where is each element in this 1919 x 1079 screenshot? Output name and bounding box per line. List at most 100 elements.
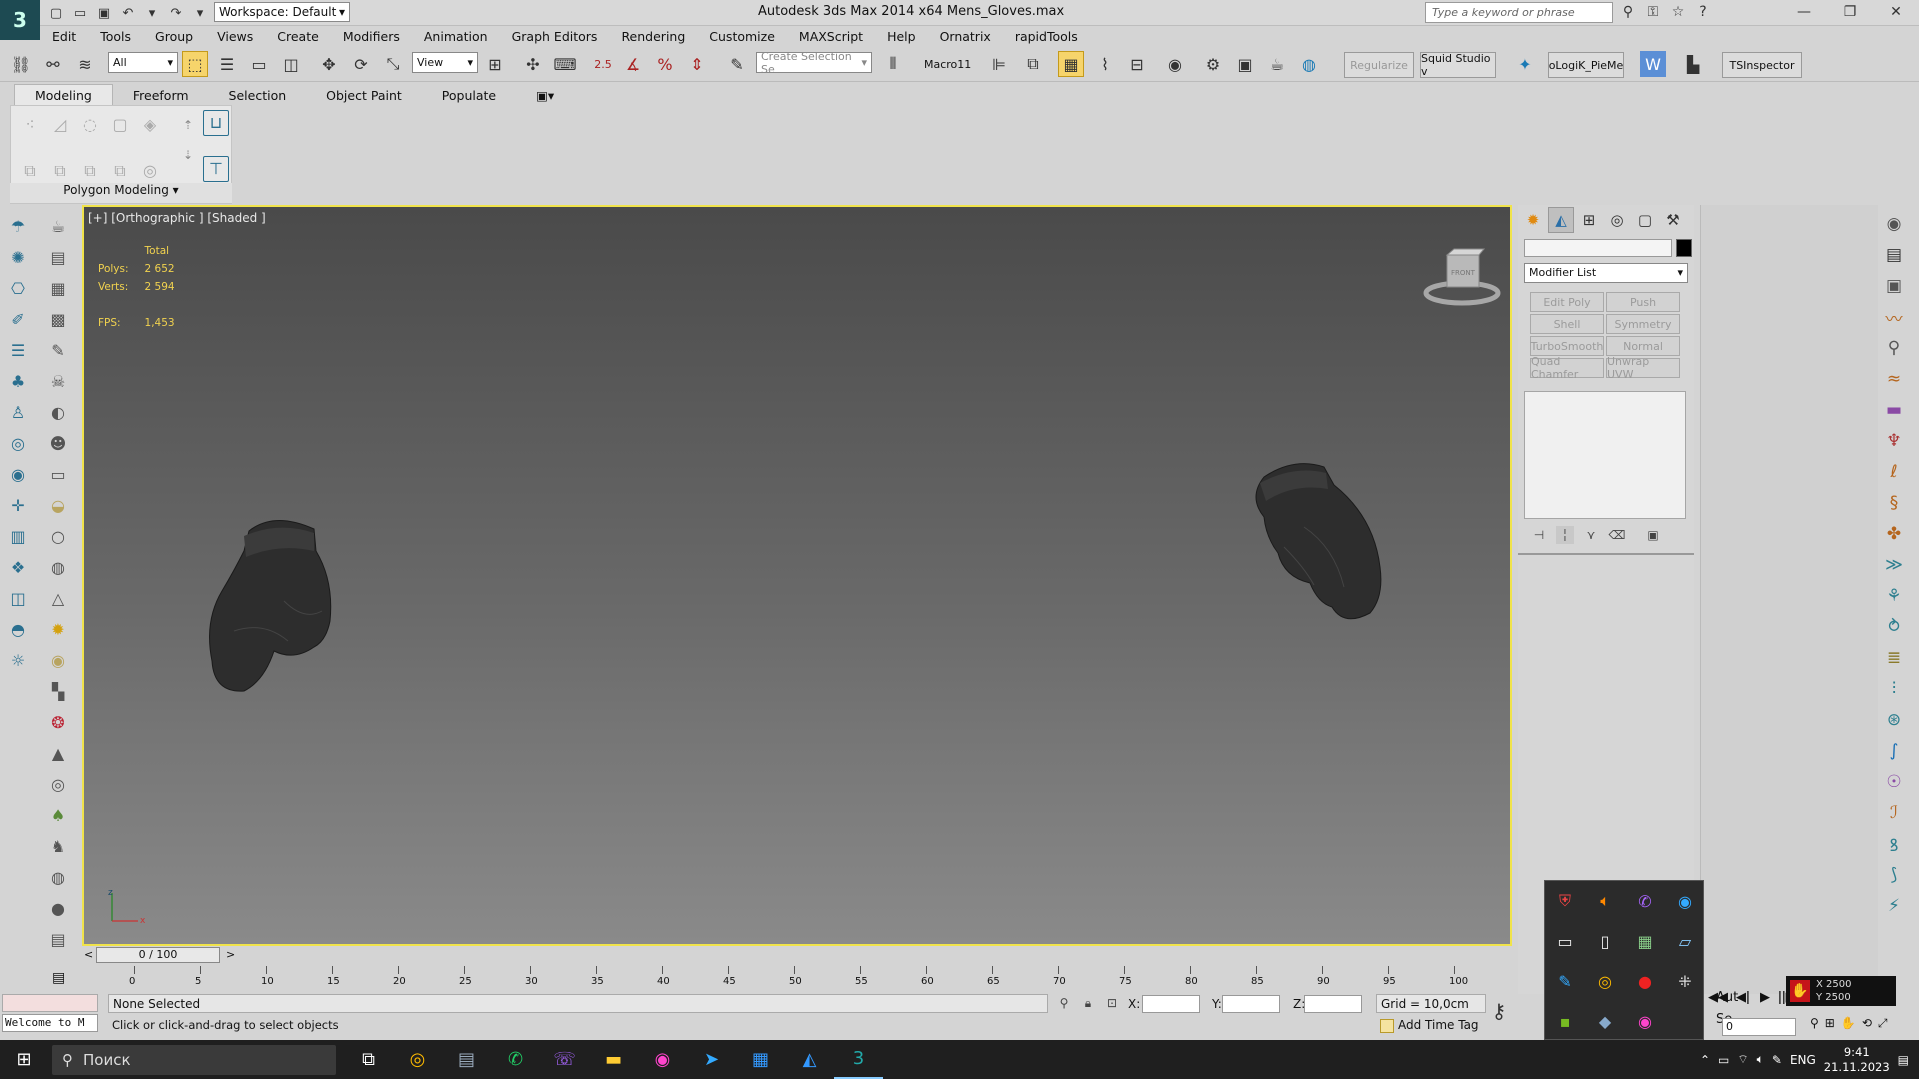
camel-icon[interactable]: ♞ bbox=[44, 832, 72, 860]
undo-dropdown-icon[interactable]: ▾ bbox=[142, 3, 162, 23]
unwrap-uvw-button[interactable]: Unwrap UVW bbox=[1606, 355, 1680, 381]
curl-icon[interactable]: ℓ bbox=[1879, 458, 1909, 486]
tray-overflow-chevron-icon[interactable]: ⌃ bbox=[1700, 1053, 1710, 1067]
maximize-viewport-icon[interactable]: ⤢ bbox=[1878, 1016, 1888, 1031]
stairs-icon[interactable]: ▚ bbox=[44, 677, 72, 705]
menu-animation[interactable]: Animation bbox=[412, 29, 500, 44]
glove-right-model[interactable] bbox=[1244, 457, 1394, 647]
angle-snap-icon[interactable]: ∡ bbox=[620, 51, 646, 77]
plane-icon[interactable]: ▭ bbox=[44, 460, 72, 488]
shell-icon[interactable]: ◍ bbox=[44, 553, 72, 581]
paint-icon[interactable]: ◭ bbox=[785, 1040, 834, 1079]
modifier-stack[interactable] bbox=[1524, 391, 1686, 519]
vertex-icon[interactable]: ⁖ bbox=[17, 112, 43, 138]
tray-monitor-icon[interactable]: ▭ bbox=[1545, 921, 1585, 961]
time-next-icon[interactable]: > bbox=[226, 948, 235, 961]
panel-icon[interactable]: ▤ bbox=[1879, 241, 1909, 269]
tree-icon[interactable]: ♣ bbox=[4, 367, 32, 395]
armillary-icon[interactable]: ◍ bbox=[44, 863, 72, 891]
add-time-tag[interactable]: Add Time Tag bbox=[1376, 1015, 1483, 1036]
tab-populate[interactable]: Populate bbox=[422, 85, 516, 106]
app-icon[interactable]: ▤ bbox=[442, 1040, 491, 1079]
brush-icon[interactable]: ✐ bbox=[4, 305, 32, 333]
close-icon[interactable]: ✕ bbox=[1873, 0, 1919, 24]
redo-dropdown-icon[interactable]: ▾ bbox=[190, 3, 210, 23]
plugin-icon[interactable]: ✦ bbox=[1512, 51, 1538, 77]
tsinspector-button[interactable]: TSInspector bbox=[1722, 52, 1802, 78]
clock[interactable]: 9:41 21.11.2023 bbox=[1824, 1045, 1890, 1075]
tray-browser-icon[interactable]: ◉ bbox=[1665, 881, 1705, 921]
stack-up-icon[interactable]: ⇡ bbox=[175, 112, 201, 138]
speech-icon[interactable]: ✎ bbox=[44, 336, 72, 364]
ring-icon[interactable]: ◉ bbox=[44, 646, 72, 674]
percent-snap-icon[interactable]: % bbox=[652, 51, 678, 77]
remove-modifier-icon[interactable]: ⌫ bbox=[1608, 526, 1626, 544]
render-icon[interactable]: ◉ bbox=[4, 460, 32, 488]
editor-icon[interactable]: ▤ bbox=[44, 243, 72, 271]
app-logo[interactable]: 3 bbox=[0, 0, 40, 40]
speaker-icon[interactable]: ◐ bbox=[44, 398, 72, 426]
squid-studio-button[interactable]: Squid Studio v bbox=[1420, 52, 1496, 78]
ribbon-tool-4-icon[interactable]: ⧉ bbox=[107, 158, 133, 184]
object-color-swatch[interactable] bbox=[1676, 239, 1692, 257]
ball-icon[interactable]: ● bbox=[44, 894, 72, 922]
unlink-icon[interactable]: ⚯ bbox=[40, 51, 66, 77]
table-icon[interactable]: ▦ bbox=[44, 274, 72, 302]
reference-coord-dropdown[interactable]: View ▾ bbox=[412, 52, 478, 73]
sun-icon[interactable]: ✺ bbox=[4, 243, 32, 271]
tab-object-paint[interactable]: Object Paint bbox=[306, 85, 422, 106]
undo-icon[interactable]: ↶ bbox=[118, 3, 138, 23]
menu-rapidtools[interactable]: rapidTools bbox=[1003, 29, 1090, 44]
zoom-all-icon[interactable]: ⊞ bbox=[1825, 1016, 1835, 1031]
time-slider[interactable]: 0 / 100 bbox=[96, 947, 220, 963]
viber-icon[interactable]: ☏ bbox=[540, 1040, 589, 1079]
frame-icon[interactable]: ◫ bbox=[4, 584, 32, 612]
scale-icon[interactable]: ⤡ bbox=[380, 51, 406, 77]
mesh-icon[interactable]: ☉ bbox=[1879, 768, 1909, 796]
map-icon[interactable]: ▥ bbox=[4, 522, 32, 550]
ribbon-tool-2-icon[interactable]: ⧉ bbox=[47, 158, 73, 184]
strands-icon[interactable]: ≈ bbox=[1879, 365, 1909, 393]
make-unique-icon[interactable]: ⋎ bbox=[1582, 526, 1600, 544]
save-icon[interactable]: ▣ bbox=[94, 3, 114, 23]
menu-rendering[interactable]: Rendering bbox=[609, 29, 697, 44]
menu-views[interactable]: Views bbox=[205, 29, 265, 44]
show-end-result-icon[interactable]: ⊔ bbox=[203, 110, 229, 136]
figure-icon[interactable]: ♙ bbox=[4, 398, 32, 426]
menu-edit[interactable]: Edit bbox=[40, 29, 88, 44]
dynamics-icon[interactable]: ⟆ bbox=[1879, 861, 1909, 889]
skull-icon[interactable]: ☠ bbox=[44, 367, 72, 395]
previous-key-icon[interactable]: ◀◀ bbox=[1708, 990, 1728, 1005]
network-icon[interactable]: ▭ bbox=[1718, 1053, 1729, 1067]
tab-freeform[interactable]: Freeform bbox=[113, 85, 209, 106]
wifi-icon[interactable]: ⌔ bbox=[1737, 1052, 1748, 1067]
select-object-icon[interactable]: ⬚ bbox=[182, 51, 208, 77]
bulb-icon[interactable]: ☼ bbox=[4, 646, 32, 674]
utilities-tab-icon[interactable]: ⚒ bbox=[1660, 207, 1686, 233]
ribbon-icon[interactable]: ▬ bbox=[1879, 396, 1909, 424]
eye-icon[interactable]: ◓ bbox=[4, 615, 32, 643]
collision-icon[interactable]: ⚡ bbox=[1879, 892, 1909, 920]
time-slider-track[interactable]: < 0 / 100 > bbox=[82, 946, 1512, 964]
motion-tab-icon[interactable]: ◎ bbox=[1604, 207, 1630, 233]
sphere-icon[interactable]: ○ bbox=[44, 522, 72, 550]
time-prev-icon[interactable]: < bbox=[84, 948, 93, 961]
isolate-icon[interactable]: ⚲ bbox=[1055, 994, 1073, 1012]
pen-icon[interactable]: ✎ bbox=[1772, 1053, 1782, 1067]
box-icon[interactable]: ▣ bbox=[1879, 272, 1909, 300]
timeline[interactable]: ▤ 0 5 10 15 20 25 30 35 40 45 50 55 60 65 70 75 80 85 90 95… bbox=[52, 966, 1552, 992]
absolute-mode-icon[interactable]: ⊡ bbox=[1103, 994, 1121, 1012]
previous-frame-icon[interactable]: ◀ǀ bbox=[1736, 990, 1750, 1005]
snaps-toggle-icon[interactable]: 2.5 bbox=[590, 51, 616, 77]
teapot-icon[interactable]: ☕ bbox=[44, 212, 72, 240]
grid-icon[interactable]: ▩ bbox=[44, 305, 72, 333]
rectangular-selection-icon[interactable]: ▭ bbox=[246, 51, 272, 77]
tray-chrome-icon[interactable]: ◎ bbox=[1585, 961, 1625, 1001]
rendered-frame-window-icon[interactable]: ▣ bbox=[1232, 51, 1258, 77]
z-coordinate-field[interactable] bbox=[1304, 995, 1362, 1013]
selection-filter-dropdown[interactable]: All ▾ bbox=[108, 52, 178, 73]
viewport-orthographic[interactable]: [+] [Orthographic ] [Shaded ] Total Poly… bbox=[82, 205, 1512, 946]
menu-tools[interactable]: Tools bbox=[88, 29, 143, 44]
move-icon[interactable]: ✥ bbox=[316, 51, 342, 77]
tray-fish-icon[interactable]: ◆ bbox=[1585, 1001, 1625, 1041]
